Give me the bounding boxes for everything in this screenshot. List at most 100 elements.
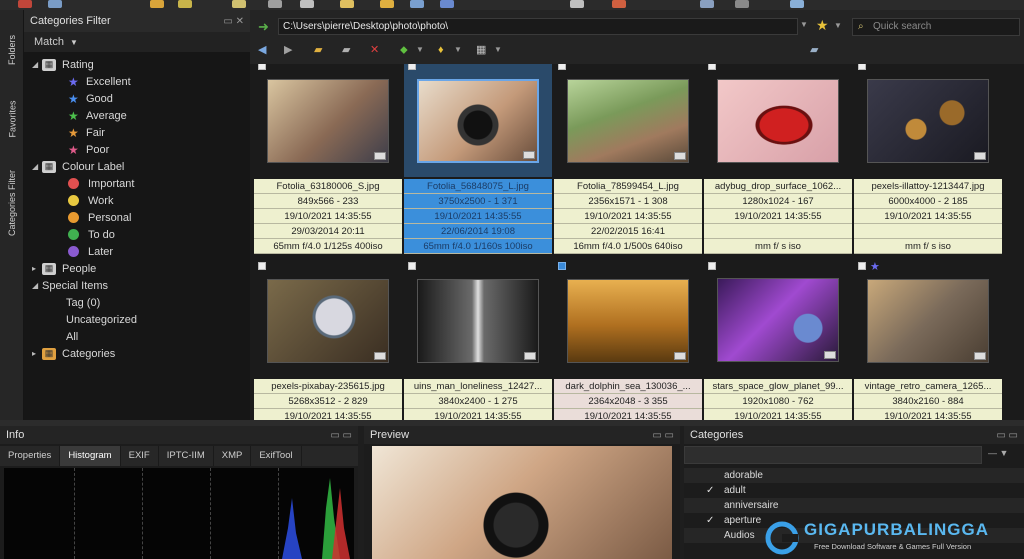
- favorite-star-icon[interactable]: ★: [816, 17, 829, 34]
- tree-node-tag[interactable]: Tag (0): [66, 294, 100, 311]
- toolbar-icon[interactable]: [48, 0, 62, 8]
- tab-properties[interactable]: Properties: [0, 446, 61, 466]
- tab-favorites[interactable]: Favorites: [3, 88, 21, 150]
- move-icon[interactable]: ▰: [342, 43, 350, 57]
- tab-categories-filter[interactable]: Categories Filter: [3, 158, 21, 248]
- expand-arrow-icon[interactable]: ▸: [32, 264, 42, 273]
- toolbar-icon[interactable]: [300, 0, 314, 8]
- checkbox[interactable]: [708, 64, 716, 70]
- tree-node-work[interactable]: Work: [68, 192, 113, 209]
- tag-icon[interactable]: ⬥: [400, 43, 408, 57]
- view-mode-icon[interactable]: ▦: [476, 43, 486, 57]
- path-dropdown-icon[interactable]: ▼: [800, 20, 808, 29]
- panel-pin-icon[interactable]: ▭ ▭: [996, 430, 1018, 441]
- tree-node-later[interactable]: Later: [68, 243, 113, 260]
- panel-pin-icon[interactable]: ▭ ▭: [330, 430, 352, 441]
- badge-icon: [674, 151, 686, 160]
- folder-icon[interactable]: ▰: [314, 43, 322, 57]
- category-row[interactable]: adorable: [684, 468, 1024, 483]
- tab-exiftool[interactable]: ExifTool: [251, 446, 302, 466]
- toolbar-icon[interactable]: [380, 0, 394, 8]
- toolbar-icon[interactable]: [790, 0, 804, 8]
- chevron-down-icon[interactable]: ▼: [416, 43, 424, 57]
- chevron-down-icon[interactable]: ▼: [834, 21, 842, 30]
- file-date: 19/10/2021 14:35:55: [404, 409, 552, 420]
- checkbox[interactable]: [858, 262, 866, 270]
- checkbox[interactable]: [408, 64, 416, 70]
- tree-node-colour-label[interactable]: ◢ ▦ Colour Label: [32, 158, 124, 175]
- chevron-down-icon[interactable]: ▼: [454, 43, 462, 57]
- checkbox[interactable]: [258, 262, 266, 270]
- toolbar-icon[interactable]: [570, 0, 584, 8]
- tree-node-excellent[interactable]: ★ Excellent: [68, 73, 131, 90]
- tree-node-fair[interactable]: ★ Fair: [68, 124, 105, 141]
- category-menu-button[interactable]: — ▼: [988, 448, 1008, 458]
- checkbox[interactable]: [258, 64, 266, 70]
- toolbar-icon[interactable]: [440, 0, 454, 8]
- tab-xmp[interactable]: XMP: [214, 446, 252, 466]
- quick-search-input[interactable]: ⌕ Quick search: [852, 18, 1020, 36]
- file-name: vintage_retro_camera_1265...: [854, 379, 1002, 394]
- match-dropdown[interactable]: Match ▼: [24, 32, 250, 52]
- file-date: 19/10/2021 14:35:55: [704, 409, 852, 420]
- checkbox[interactable]: ✓: [706, 513, 714, 528]
- file-name: uins_man_loneliness_12427...: [404, 379, 552, 394]
- tree-node-all[interactable]: All: [66, 328, 78, 345]
- badge-icon: [824, 351, 836, 359]
- path-input[interactable]: C:\Users\pierre\Desktop\photo\photo\: [278, 18, 798, 35]
- checkbox-checked[interactable]: [558, 262, 566, 270]
- expand-arrow-icon[interactable]: ◢: [32, 162, 42, 171]
- expand-arrow-icon[interactable]: ◢: [32, 281, 42, 290]
- category-row[interactable]: ✓ adult: [684, 483, 1024, 498]
- tree-node-personal[interactable]: Personal: [68, 209, 131, 226]
- chevron-down-icon[interactable]: ▼: [494, 43, 502, 57]
- toolbar-icon[interactable]: [340, 0, 354, 8]
- back-icon[interactable]: ◀: [258, 43, 266, 57]
- checkbox[interactable]: [858, 64, 866, 70]
- delete-icon[interactable]: ✕: [370, 43, 379, 57]
- tree-node-rating[interactable]: ◢ ▦ Rating: [32, 56, 94, 73]
- tree-node-people[interactable]: ▸ ▦ People: [32, 260, 96, 277]
- histogram-curves: [282, 478, 350, 559]
- thumbnail-info: adybug_drop_surface_1062... 1280x1024 - …: [704, 179, 852, 254]
- tree-node-good[interactable]: ★ Good: [68, 90, 113, 107]
- category-row[interactable]: anniversaire: [684, 498, 1024, 513]
- toolbar-icon[interactable]: [612, 0, 626, 8]
- toolbar-icon[interactable]: [735, 0, 749, 8]
- app-icon[interactable]: [18, 0, 32, 8]
- toolbar-icon[interactable]: [268, 0, 282, 8]
- tree-node-uncategorized[interactable]: Uncategorized: [66, 311, 137, 328]
- forward-icon[interactable]: ▶: [284, 43, 292, 57]
- tree-node-categories[interactable]: ▸ ▦ Categories: [32, 345, 115, 362]
- toolbar-icon[interactable]: [178, 0, 192, 8]
- expand-arrow-icon[interactable]: ◢: [32, 60, 42, 69]
- toolbar-icon[interactable]: [410, 0, 424, 8]
- orange-dot-icon: [68, 212, 79, 223]
- tree-node-special-items[interactable]: ◢ Special Items: [32, 277, 108, 294]
- category-input[interactable]: [684, 446, 982, 464]
- checkbox[interactable]: [558, 64, 566, 70]
- lightbulb-icon[interactable]: ♦: [438, 43, 444, 57]
- tab-exif[interactable]: EXIF: [121, 446, 159, 466]
- go-arrow-icon[interactable]: ➜: [258, 19, 269, 35]
- folder-icon[interactable]: [150, 0, 164, 8]
- tree-node-todo[interactable]: To do: [68, 226, 115, 243]
- tree-node-important[interactable]: Important: [68, 175, 134, 192]
- checkbox[interactable]: [708, 262, 716, 270]
- thumbnail-info: Fotolia_78599454_L.jpg 2356x1571 - 1 308…: [554, 179, 702, 254]
- checkbox[interactable]: [408, 262, 416, 270]
- toolbar-icon[interactable]: [700, 0, 714, 8]
- tab-histogram[interactable]: Histogram: [60, 446, 121, 466]
- tree-node-average[interactable]: ★ Average: [68, 107, 127, 124]
- thumbnail-info: dark_dolphin_sea_130036_... 2364x2048 - …: [554, 379, 702, 420]
- panel-pin-icon[interactable]: ▭ ▭: [652, 430, 674, 441]
- toolbar-icon[interactable]: [232, 0, 246, 8]
- checkbox[interactable]: ✓: [706, 483, 714, 498]
- tab-folders[interactable]: Folders: [3, 20, 21, 80]
- tree-node-poor[interactable]: ★ Poor: [68, 141, 109, 158]
- panel-pin-icon[interactable]: ▭ ✕: [223, 16, 244, 27]
- sort-icon[interactable]: ▰: [810, 43, 818, 57]
- expand-arrow-icon[interactable]: ▸: [32, 349, 42, 358]
- star-icon: ★: [870, 261, 880, 273]
- tab-iptc-iim[interactable]: IPTC-IIM: [159, 446, 214, 466]
